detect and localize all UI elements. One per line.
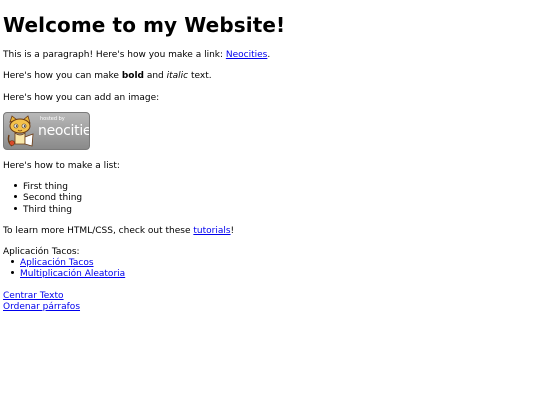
ordenar-parrafos-link[interactable]: Ordenar párrafos <box>3 302 80 313</box>
formatting-text: Here's how you can make <box>3 71 122 81</box>
tutorials-paragraph: To learn more HTML/CSS, check out these … <box>3 226 234 237</box>
badge-hosted-text: hosted by <box>40 116 65 122</box>
cat-mascot-icon <box>7 115 34 147</box>
intro-paragraph: This is a paragraph! Here's how you make… <box>3 50 270 61</box>
image-paragraph: Here's how you can add an image: <box>3 93 160 103</box>
bullet-icon <box>11 271 14 274</box>
formatting-and: and <box>143 71 167 81</box>
list-item: First thing <box>3 182 68 193</box>
list-item-label: First thing <box>23 182 68 192</box>
apps-label: Aplicación Tacos: <box>3 247 80 257</box>
list-intro-paragraph: Here's how to make a list: <box>3 161 120 171</box>
bold-text: bold <box>121 71 144 81</box>
centrar-texto-link[interactable]: Centrar Texto <box>3 291 64 302</box>
intro-period: . <box>267 50 271 60</box>
tutorials-exclamation: ! <box>230 226 235 236</box>
formatting-paragraph: Here's how you can make bold and italic … <box>3 71 212 82</box>
list-item: Third thing <box>3 205 72 216</box>
bullet-icon <box>14 195 17 198</box>
page-title: Welcome to my Website! <box>3 13 286 37</box>
list-item: Multiplicación Aleatoria <box>3 269 125 280</box>
intro-text: This is a paragraph! Here's how you make… <box>3 50 226 60</box>
list-item: Aplicación Tacos <box>3 258 94 269</box>
bullet-icon <box>11 260 14 263</box>
list-item-label: Third thing <box>23 205 72 215</box>
list-item: Second thing <box>3 193 82 204</box>
neocities-badge-image[interactable]: hosted by neocities <box>3 112 90 150</box>
formatting-end: text. <box>188 71 212 81</box>
bullet-icon <box>14 184 17 187</box>
bullet-icon <box>14 207 17 210</box>
multiplicacion-aleatoria-link[interactable]: Multiplicación Aleatoria <box>20 269 125 279</box>
italic-text: italic <box>166 71 189 81</box>
list-item-label: Second thing <box>23 193 83 203</box>
tutorials-text: To learn more HTML/CSS, check out these <box>3 226 194 236</box>
aplicacion-tacos-link[interactable]: Aplicación Tacos <box>20 258 94 268</box>
tutorials-link[interactable]: tutorials <box>193 226 230 236</box>
badge-brand-text: neocities <box>38 123 89 139</box>
neocities-link[interactable]: Neocities <box>226 50 267 60</box>
